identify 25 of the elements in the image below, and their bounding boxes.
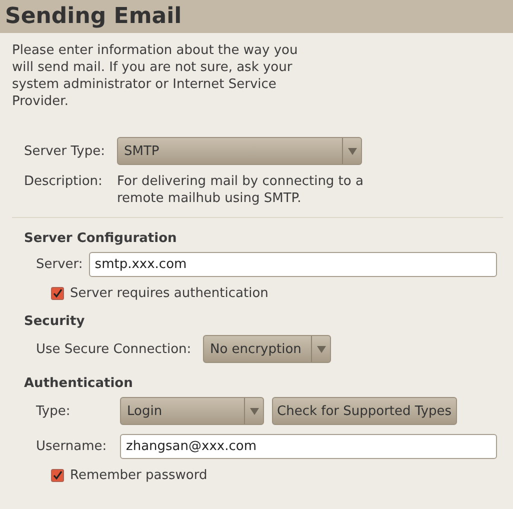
- dropdown-arrow-icon: [250, 408, 258, 414]
- checkbox[interactable]: [51, 287, 64, 300]
- page-title: Sending Email: [5, 4, 182, 29]
- description-text: For delivering mail by connecting to a remote mailhub using SMTP.: [117, 173, 364, 207]
- secure-connection-dropdown[interactable]: No encryption: [203, 335, 331, 363]
- section-heading: Server Configuration: [24, 230, 178, 247]
- field-label: Server:: [36, 257, 83, 272]
- field-label: Server Type:: [24, 144, 106, 158]
- checkbox[interactable]: [51, 469, 64, 482]
- server-type-dropdown[interactable]: SMTP: [117, 137, 362, 165]
- checkbox-label[interactable]: Remember password: [70, 468, 208, 483]
- dropdown-arrow-icon: [348, 148, 356, 154]
- auth-type-dropdown[interactable]: Login: [120, 397, 264, 425]
- field-label: Type:: [36, 404, 72, 418]
- field-label: Use Secure Connection:: [36, 342, 192, 356]
- checkbox-label[interactable]: Server requires authentication: [70, 286, 268, 301]
- section-heading: Authentication: [24, 375, 134, 392]
- dropdown-arrow-icon: [316, 346, 326, 352]
- server-field[interactable]: smtp.xxx.com: [88, 252, 497, 277]
- check-types-button[interactable]: Check for Supported Types: [272, 397, 457, 425]
- username-field[interactable]: zhangsan@xxx.com: [120, 434, 497, 459]
- intro-text: Please enter information about the way you will send mail. If you are not sure, ask your system administrator or Internet Service Provider.: [12, 42, 299, 110]
- field-label: Username:: [36, 439, 108, 454]
- section-heading: Security: [24, 313, 86, 330]
- field-label: Description:: [24, 173, 104, 190]
